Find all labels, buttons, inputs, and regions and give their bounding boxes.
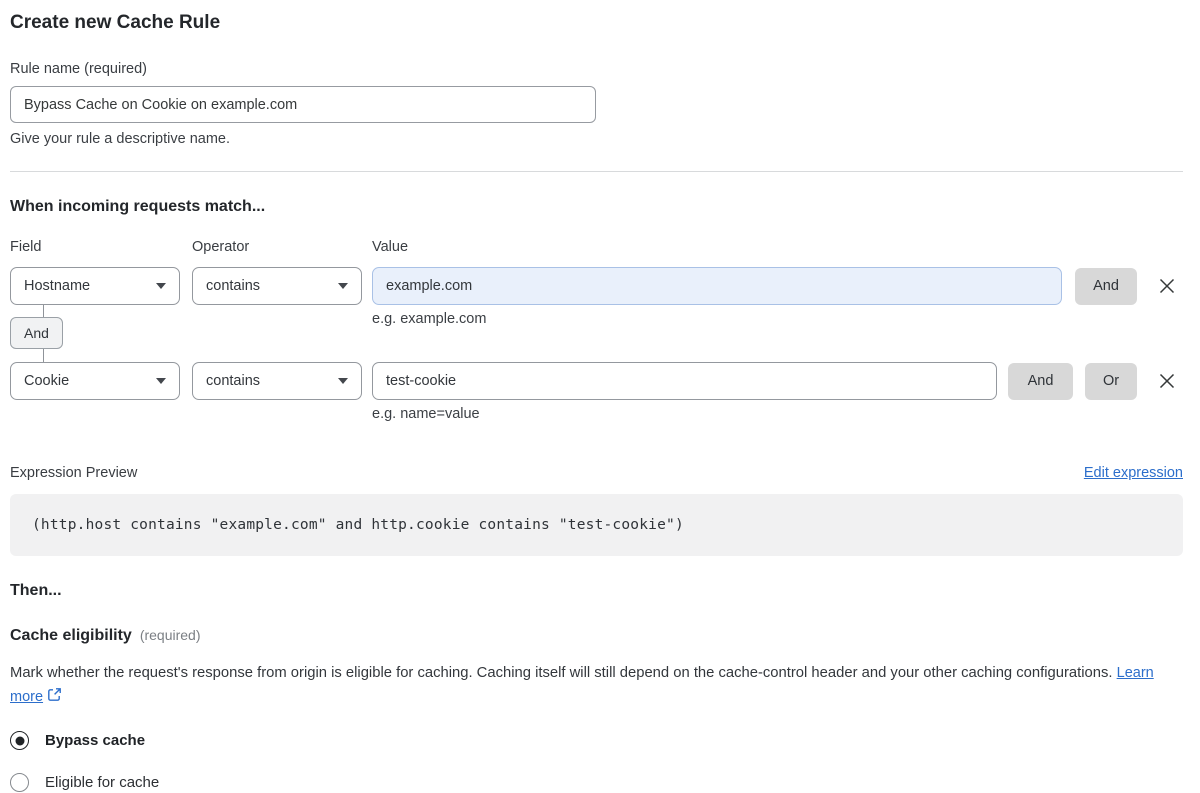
close-icon: [1159, 278, 1175, 294]
field-select[interactable]: Cookie: [10, 362, 180, 400]
match-row-1: Hostname contains And: [10, 267, 1183, 305]
field-select-value: Hostname: [24, 278, 91, 294]
condition-connector-zone: e.g. example.com And: [10, 305, 1183, 362]
add-or-condition-button[interactable]: Or: [1085, 362, 1137, 400]
value-input[interactable]: [372, 362, 997, 400]
field-select[interactable]: Hostname: [10, 267, 180, 305]
create-cache-rule-form: Create new Cache Rule Rule name (require…: [0, 0, 1200, 792]
section-divider: [10, 171, 1183, 172]
radio-selected-icon[interactable]: [10, 731, 29, 750]
field-select-value: Cookie: [24, 373, 70, 389]
radio-label: Bypass cache: [45, 732, 146, 749]
required-note: (required): [139, 627, 201, 643]
page-title: Create new Cache Rule: [10, 12, 221, 33]
radio-label: Eligible for cache: [45, 774, 160, 791]
chevron-down-icon: [338, 283, 348, 289]
cache-eligibility-title: Cache eligibility: [10, 627, 132, 644]
field-column-label: Field: [10, 239, 42, 255]
value-hint: e.g. name=value: [372, 406, 480, 422]
value-hint: e.g. example.com: [372, 311, 487, 327]
radio-unselected-icon[interactable]: [10, 773, 29, 792]
radio-option-bypass-cache[interactable]: Bypass cache: [10, 731, 1183, 750]
operator-column-label: Operator: [192, 239, 250, 255]
value-column-label: Value: [372, 239, 409, 255]
expression-preview-code: (http.host contains "example.com" and ht…: [10, 494, 1183, 556]
operator-select-value: contains: [206, 373, 261, 389]
chevron-down-icon: [156, 378, 166, 384]
rule-name-helper: Give your rule a descriptive name.: [10, 131, 231, 147]
remove-condition-button[interactable]: [1157, 371, 1177, 391]
radio-option-eligible-for-cache[interactable]: Eligible for cache: [10, 773, 1183, 792]
chevron-down-icon: [156, 283, 166, 289]
rule-name-input[interactable]: [10, 86, 596, 123]
cache-eligibility-description: Mark whether the request's response from…: [10, 661, 1183, 709]
chevron-down-icon: [338, 378, 348, 384]
expression-code-text: (http.host contains "example.com" and ht…: [32, 517, 684, 533]
value-input[interactable]: [372, 267, 1062, 305]
add-and-condition-button[interactable]: And: [1075, 267, 1137, 305]
operator-select[interactable]: contains: [192, 362, 362, 400]
connector-line: [43, 305, 44, 317]
rule-name-label: Rule name (required): [10, 61, 148, 77]
external-link-icon: [48, 688, 61, 701]
match-row-2: Cookie contains And Or: [10, 362, 1183, 400]
then-heading: Then...: [10, 582, 62, 599]
description-text: Mark whether the request's response from…: [10, 665, 1113, 681]
add-and-condition-button[interactable]: And: [1008, 362, 1073, 400]
edit-expression-link[interactable]: Edit expression: [1084, 465, 1183, 481]
operator-select[interactable]: contains: [192, 267, 362, 305]
and-connector-chip[interactable]: And: [10, 317, 63, 349]
builder-column-labels: Field Operator Value: [10, 239, 1183, 255]
remove-condition-button[interactable]: [1157, 276, 1177, 296]
expression-preview-label: Expression Preview: [10, 465, 138, 481]
expression-preview-header: Expression Preview Edit expression: [10, 465, 1183, 481]
match-section-heading: When incoming requests match...: [10, 198, 266, 215]
operator-select-value: contains: [206, 278, 261, 294]
cache-eligibility-heading: Cache eligibility (required): [10, 627, 1183, 645]
close-icon: [1159, 373, 1175, 389]
connector-line: [43, 349, 44, 362]
